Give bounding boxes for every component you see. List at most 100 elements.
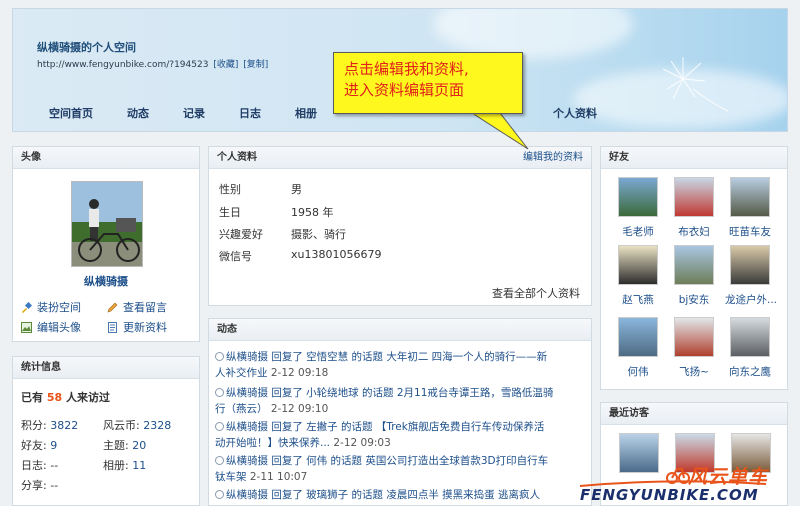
friend-name[interactable]: 旺苗车友: [725, 224, 775, 239]
friend-name[interactable]: 布衣妇: [669, 224, 719, 239]
activity-panel: 动态 纵横骑摄 回复了 空悟空慧 的话题 大年初二 四海一个人的骑行——新 人补…: [208, 318, 592, 506]
friends-panel-title: 好友: [601, 147, 787, 169]
update-profile-button[interactable]: 更新资料: [107, 319, 167, 335]
callout-pointer: [471, 113, 529, 150]
gender-value: 男: [291, 183, 302, 196]
friend-item[interactable]: 布衣妇: [669, 177, 719, 239]
friend-name[interactable]: 何伟: [613, 364, 663, 379]
activity-time: 2-11 10:07: [249, 471, 308, 483]
nav-activity[interactable]: 动态: [127, 105, 149, 121]
friend-avatar[interactable]: [730, 177, 770, 217]
activity-text[interactable]: 纵横骑摄 回复了 小轮绕地球 的话题 2月11戒台寺谭王路，雪路低温骑: [226, 387, 553, 399]
gender-label: 性别: [219, 183, 241, 196]
share-label: 分享:: [21, 479, 47, 492]
reply-icon: [215, 456, 224, 465]
view-messages-button[interactable]: 查看留言: [107, 299, 167, 315]
topics-label: 主题:: [103, 439, 129, 452]
activity-text-cont[interactable]: 人补交作业: [215, 367, 268, 379]
nav-blog[interactable]: 日志: [239, 105, 261, 121]
friend-avatar[interactable]: [674, 245, 714, 285]
bookmark-link[interactable]: [收藏]: [213, 60, 238, 70]
album-value[interactable]: 11: [132, 459, 146, 472]
copy-link[interactable]: [复制]: [243, 60, 268, 70]
profile-panel: 个人资料 编辑我的资料 性别 男 生日 1958 年 兴趣爱好 摄影、骑行 微信…: [208, 146, 592, 306]
activity-time: 2-12 09:10: [270, 403, 329, 415]
activity-text[interactable]: 纵横骑摄 回复了 空悟空慧 的话题 大年初二 四海一个人的骑行——新: [226, 351, 547, 363]
friend-item[interactable]: 赵飞燕: [613, 245, 663, 307]
coins-label: 风云币:: [103, 419, 140, 432]
activity-time: 2-12 09:03: [333, 437, 391, 449]
picture-icon: [21, 321, 32, 333]
friend-name[interactable]: bj安东: [669, 292, 719, 307]
visitor-count: 已有 58 人来访过: [21, 389, 110, 405]
avatar-panel-title: 头像: [13, 147, 199, 169]
activity-text[interactable]: 纵横骑摄 回复了 何伟 的话题 英国公司打造出全球首款3D打印自行车: [226, 455, 548, 467]
wechat-value: xu13801056679: [291, 248, 382, 261]
friend-name[interactable]: 飞扬~: [669, 364, 719, 379]
friends-stat: 好友: 9: [21, 437, 57, 453]
decorate-space-label: 装扮空间: [37, 301, 81, 314]
blog-label: 日志:: [21, 459, 47, 472]
friend-item[interactable]: 毛老师: [613, 177, 663, 239]
stats-panel-title: 统计信息: [13, 357, 199, 379]
friend-item[interactable]: bj安东: [669, 245, 719, 307]
nav-home[interactable]: 空间首页: [49, 105, 93, 121]
topics-value[interactable]: 20: [132, 439, 146, 452]
activity-text[interactable]: 纵横骑摄 回复了 玻璃狮子 的话题 凌晨四点半 摸黑来捣蛋 逃离疯人: [226, 489, 540, 501]
document-icon: [107, 321, 118, 333]
edit-avatar-button[interactable]: 编辑头像: [21, 319, 81, 335]
activity-text[interactable]: 纵横骑摄 回复了 左撇子 的话题 【Trek旗舰店免费自行车传动保养活: [226, 421, 544, 433]
album-stat: 相册: 11: [103, 457, 146, 473]
friend-avatar[interactable]: [618, 245, 658, 285]
share-value: --: [50, 479, 59, 492]
friend-item[interactable]: 旺苗车友: [725, 177, 775, 239]
activity-item: 纵横骑摄 回复了 左撇子 的话题 【Trek旗舰店免费自行车传动保养活 动开始啦…: [215, 419, 587, 451]
blog-stat: 日志: --: [21, 457, 58, 473]
friend-avatar[interactable]: [618, 177, 658, 217]
friend-item[interactable]: 向东之鹰: [725, 317, 775, 379]
activity-item: 纵横骑摄 回复了 小轮绕地球 的话题 2月11戒台寺谭王路，雪路低温骑 行（燕云…: [215, 385, 587, 417]
friend-name[interactable]: 赵飞燕: [613, 292, 663, 307]
friend-avatar[interactable]: [674, 177, 714, 217]
friend-name[interactable]: 向东之鹰: [725, 364, 775, 379]
recent-visitors-title: 最近访客: [601, 403, 787, 425]
points-label: 积分:: [21, 419, 47, 432]
friend-item[interactable]: 何伟: [613, 317, 663, 379]
activity-item: 纵横骑摄 回复了 空悟空慧 的话题 大年初二 四海一个人的骑行——新 人补交作业…: [215, 349, 587, 381]
callout-line-2: 进入资料编辑页面: [344, 81, 465, 99]
nav-records[interactable]: 记录: [183, 105, 205, 121]
avatar-panel: 头像 纵横骑摄 装扮空间 查看留言 编辑头像 更新资料: [12, 146, 200, 342]
decorate-space-button[interactable]: 装扮空间: [21, 299, 81, 315]
friends-label: 好友:: [21, 439, 47, 452]
brush-icon: [21, 301, 33, 313]
friend-avatar[interactable]: [618, 317, 658, 357]
reply-icon: [215, 352, 224, 361]
pencil-icon: [107, 302, 118, 313]
avatar-username[interactable]: 纵横骑摄: [13, 273, 199, 289]
activity-text-cont[interactable]: 行（燕云）: [215, 403, 268, 415]
nav-album[interactable]: 相册: [295, 105, 317, 121]
view-all-profile-link[interactable]: 查看全部个人资料: [492, 285, 580, 301]
friend-avatar[interactable]: [674, 317, 714, 357]
activity-text-cont[interactable]: 钛车架: [215, 471, 247, 483]
activity-item: 纵横骑摄 回复了 何伟 的话题 英国公司打造出全球首款3D打印自行车 钛车架 2…: [215, 453, 587, 485]
view-messages-label: 查看留言: [123, 301, 167, 314]
friend-item[interactable]: 龙途户外...: [725, 245, 777, 307]
reply-icon: [215, 490, 224, 499]
friend-avatar[interactable]: [730, 317, 770, 357]
friend-name[interactable]: 龙途户外...: [725, 292, 777, 307]
activity-time: 2-12 09:18: [270, 367, 329, 379]
friend-avatar[interactable]: [730, 245, 770, 285]
callout-line-1: 点击编辑我和资料,: [344, 60, 469, 78]
friends-value[interactable]: 9: [50, 439, 57, 452]
friend-name[interactable]: 毛老师: [613, 224, 663, 239]
topics-stat: 主题: 20: [103, 437, 146, 453]
instruction-callout: 点击编辑我和资料, 进入资料编辑页面: [333, 52, 523, 114]
watermark-swoosh: [579, 480, 767, 487]
space-url-text: http://www.fengyunbike.com/?194523: [37, 60, 209, 70]
avatar[interactable]: [71, 181, 143, 267]
activity-text-cont[interactable]: 动开始啦！】快来保养...: [215, 437, 330, 449]
hobbies-label: 兴趣爱好: [219, 228, 263, 241]
friend-item[interactable]: 飞扬~: [669, 317, 719, 379]
nav-profile[interactable]: 个人资料: [553, 105, 597, 121]
